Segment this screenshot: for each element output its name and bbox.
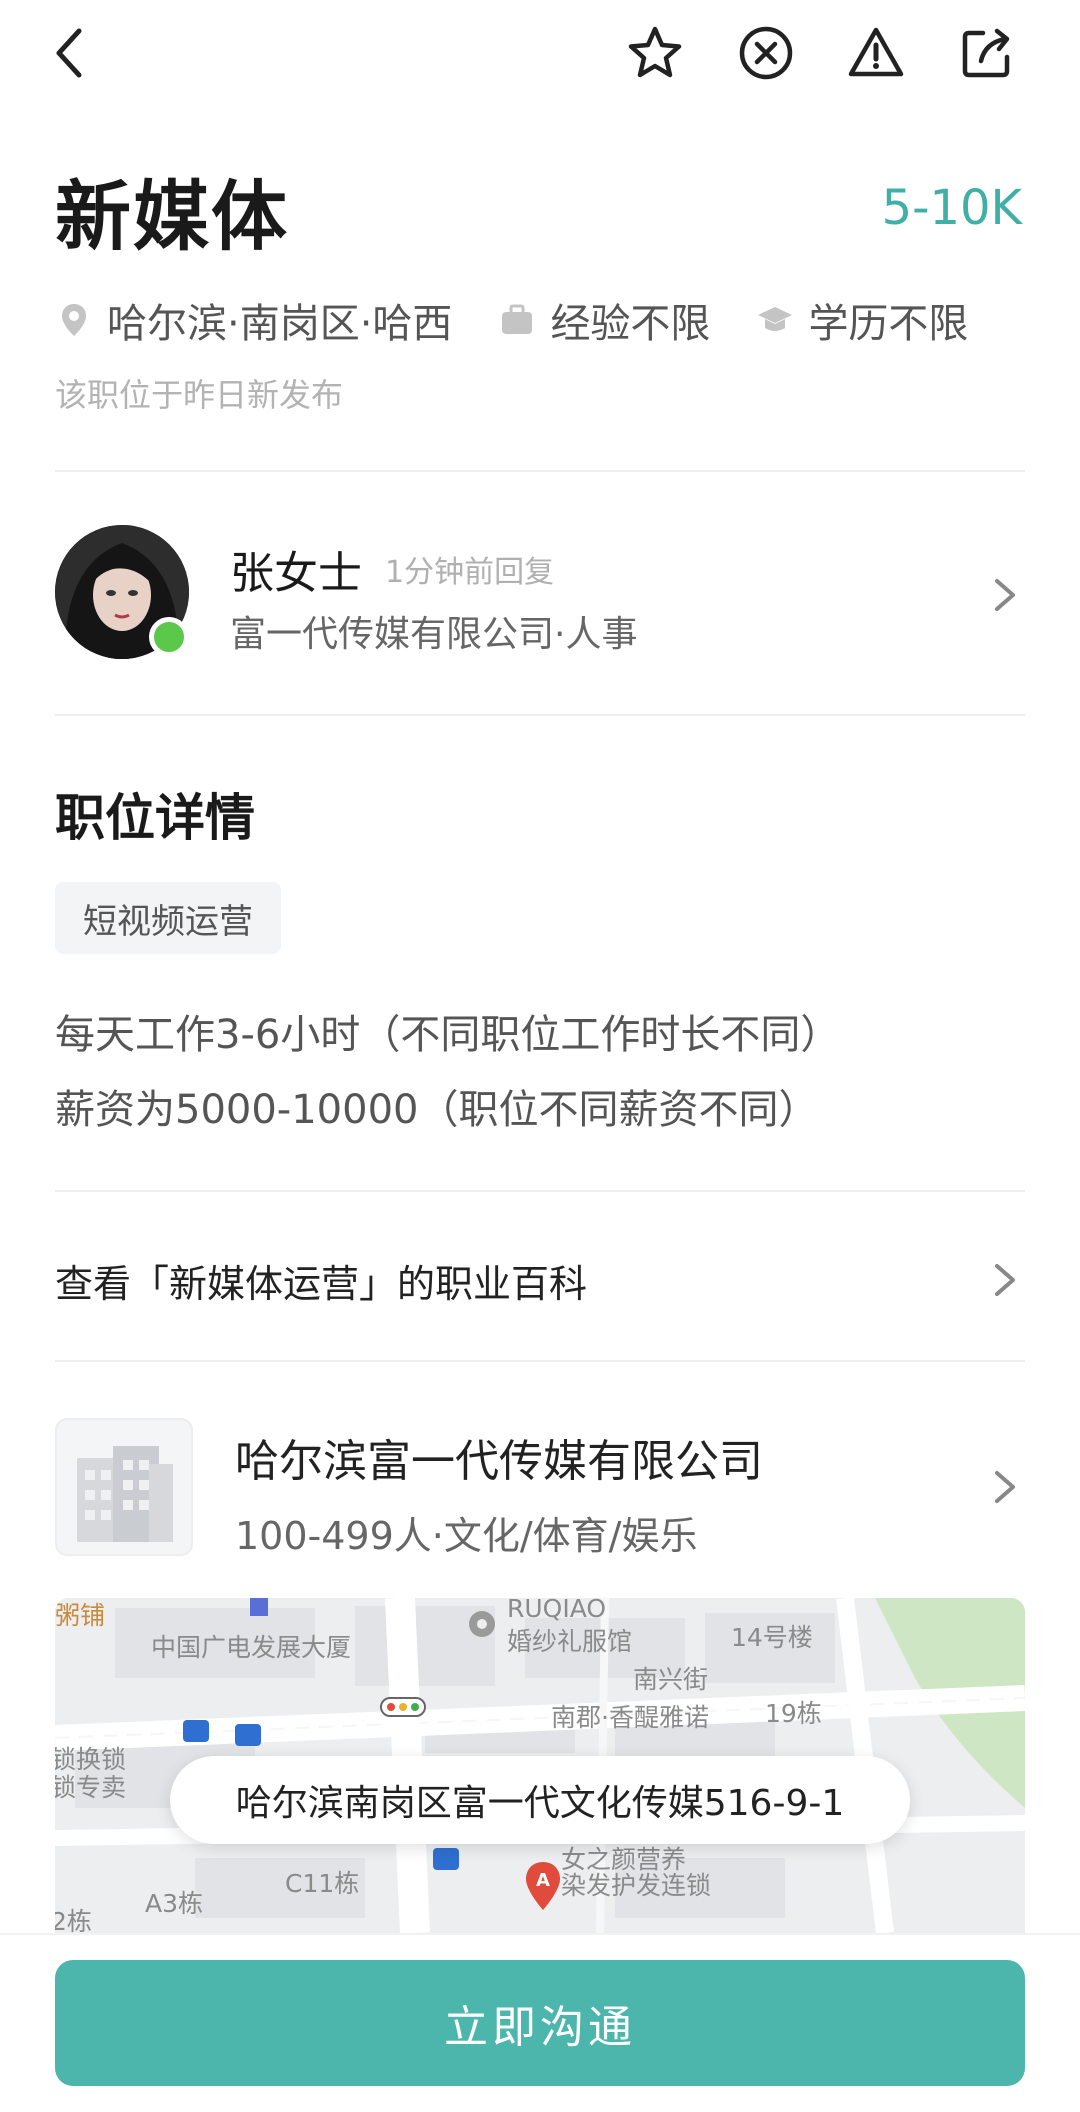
location-item: 哈尔滨·南岗区·哈西: [55, 291, 452, 349]
building-icon: [250, 1598, 268, 1616]
not-interested-button[interactable]: [731, 18, 801, 88]
description-line: 薪资为5000-10000（职位不同薪资不同）: [55, 1087, 819, 1133]
divider: [55, 1360, 1025, 1362]
favorite-button[interactable]: [620, 18, 690, 88]
map-label: 婚纱礼服馆: [507, 1627, 633, 1656]
company-name: 哈尔滨富一代传媒有限公司: [235, 1436, 763, 1487]
chat-now-button[interactable]: 立即沟通: [55, 1960, 1025, 2086]
share-icon: [962, 28, 1010, 78]
map-label: 19栋: [765, 1699, 822, 1728]
graduation-cap-icon: [758, 307, 793, 331]
location-text: 哈尔滨·南岗区·哈西: [107, 301, 453, 347]
job-meta: 哈尔滨·南岗区·哈西 经验不限 学历不限: [55, 292, 1014, 348]
report-button[interactable]: [841, 18, 911, 88]
recruiter-card[interactable]: 张女士 1分钟前回复 富一代传媒有限公司·人事: [55, 525, 1025, 665]
experience-item: 经验不限: [498, 291, 710, 349]
education-text: 学历不限: [808, 301, 969, 347]
career-wiki-link[interactable]: 查看「新媒体运营」的职业百科: [0, 1215, 1080, 1345]
reply-time: 1分钟前回复: [385, 555, 555, 590]
warning-icon: [848, 27, 904, 77]
bottom-action-bar: 立即沟通: [0, 1933, 1080, 2112]
wiki-label: 查看「新媒体运营」的职业百科: [55, 1262, 588, 1306]
map-label: 中国广电发展大厦: [151, 1633, 352, 1662]
top-toolbar: [0, 0, 1080, 110]
experience-text: 经验不限: [550, 301, 711, 347]
posted-time: 该职位于昨日新发布: [55, 376, 344, 414]
chevron-right-icon: [985, 1467, 1025, 1507]
company-card[interactable]: 哈尔滨富一代传媒有限公司 100-499人·文化/体育/娱乐: [0, 1400, 1080, 1575]
divider: [55, 1190, 1025, 1192]
company-logo: [55, 1418, 193, 1556]
recruiter-company-role: 富一代传媒有限公司·人事: [230, 614, 638, 655]
education-item: 学历不限: [756, 291, 968, 349]
map-label: C11栋: [285, 1869, 360, 1898]
chevron-left-icon: [56, 28, 82, 78]
map-label: 南兴街: [633, 1665, 709, 1694]
map-label: 粥铺: [55, 1601, 106, 1630]
address-bubble[interactable]: 哈尔滨南岗区富一代文化传媒516-9-1: [170, 1756, 910, 1844]
map-label: 锁专卖: [55, 1773, 127, 1802]
divider: [55, 470, 1025, 472]
map-label: 南郡·香醍雅诺: [551, 1703, 709, 1732]
map-label: 2栋: [55, 1907, 92, 1933]
star-icon: [628, 26, 682, 78]
camera-icon: [469, 1611, 495, 1637]
recruiter-name: 张女士: [230, 548, 362, 599]
description-line: 每天工作3-6小时（不同职位工作时长不同）: [55, 1012, 841, 1058]
share-button[interactable]: [952, 18, 1022, 88]
map-label: 14号楼: [731, 1623, 813, 1652]
divider: [55, 714, 1025, 716]
section-title-job-details: 职位详情: [55, 789, 255, 847]
company-info: 100-499人·文化/体育/娱乐: [235, 1514, 698, 1558]
location-pin-icon: [62, 304, 86, 336]
map-pin-icon: A: [523, 1860, 563, 1912]
salary-range: 5-10K: [881, 180, 1022, 236]
map-label: 染发护发连锁: [561, 1871, 712, 1900]
briefcase-icon: [502, 304, 533, 334]
pin-letter: A: [536, 1870, 550, 1891]
job-title: 新媒体: [55, 172, 289, 261]
chevron-right-icon: [985, 1260, 1025, 1300]
skill-tag: 短视频运营: [55, 882, 281, 954]
location-map[interactable]: 粥铺 中国广电发展大厦 RUQIAO 婚纱礼服馆 14号楼 南兴街 南郡·香醍雅…: [55, 1598, 1025, 1933]
close-circle-icon: [739, 26, 793, 80]
back-button[interactable]: [36, 18, 106, 88]
chevron-right-icon: [985, 575, 1025, 615]
map-label: A3栋: [145, 1889, 204, 1918]
online-status-dot: [149, 617, 189, 657]
map-label: RUQIAO: [507, 1598, 607, 1623]
traffic-light-icon: [380, 1697, 426, 1717]
